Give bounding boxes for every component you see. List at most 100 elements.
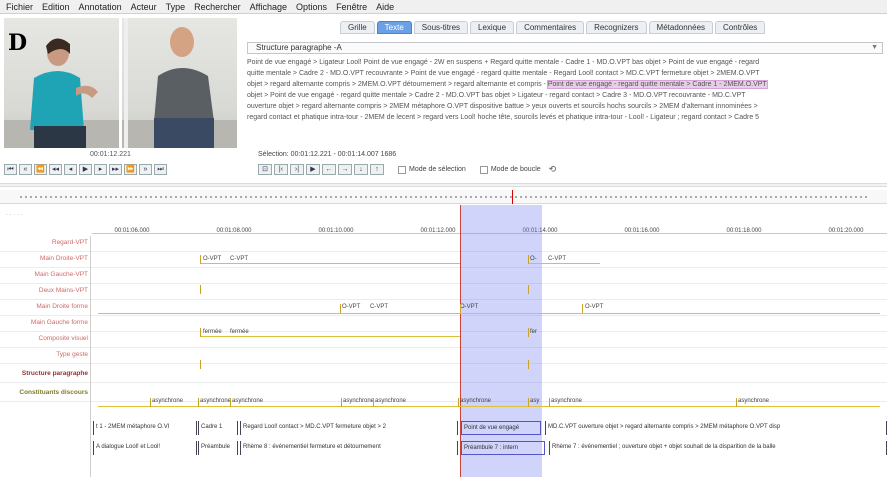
next-annotation-button[interactable]: →	[338, 164, 352, 175]
tab-recognizers[interactable]: Recognizers	[586, 21, 647, 34]
text-line: quitte mentale > Cadre 2 - MD.O.VPT reco…	[247, 70, 760, 77]
annotation-label[interactable]: O-	[530, 256, 537, 262]
tier-name[interactable]: Main Gauche forme	[2, 319, 88, 326]
annotation-boundary-mark	[200, 328, 201, 337]
tier-name[interactable]: Main Gauche-VPT	[2, 271, 88, 278]
annotation-box[interactable]: Point de vue engagé	[461, 421, 541, 435]
tier-row[interactable]: Main Gauche-VPT	[0, 268, 887, 284]
annotation-label[interactable]: asynchrone	[232, 398, 263, 404]
menu-item[interactable]: Affichage	[250, 2, 287, 12]
annotation-box[interactable]: t 1 - 2MEM métaphore O.VI	[93, 421, 197, 435]
annotation-box[interactable]: MD.C.VPT ouverture objet > regard altern…	[545, 421, 887, 435]
mode-boucle-checkbox[interactable]: Mode de boucle	[479, 165, 541, 174]
mode-selection-checkbox[interactable]: Mode de sélection	[398, 165, 466, 174]
tab-commentaires[interactable]: Commentaires	[516, 21, 585, 34]
tab-grille[interactable]: Grille	[340, 21, 375, 34]
annotation-label[interactable]: asynchrone	[738, 398, 769, 404]
tab-m-tadonn-es[interactable]: Métadonnées	[648, 21, 714, 34]
menu-item[interactable]: Annotation	[79, 2, 122, 12]
timeline-overview[interactable]	[0, 190, 887, 204]
video-frame-right[interactable]	[122, 18, 237, 148]
clear-selection-button[interactable]: ⊡	[258, 164, 272, 175]
play-selection-button[interactable]: ▶	[306, 164, 320, 175]
tier-name[interactable]: Type geste	[2, 351, 88, 358]
tab-lexique[interactable]: Lexique	[470, 21, 515, 34]
tier-name[interactable]: Composite visuel	[2, 335, 89, 342]
annotation-label[interactable]: asynchrone	[460, 398, 491, 404]
tier-row[interactable]: Type geste	[0, 348, 887, 364]
tab-contr-les[interactable]: Contrôles	[715, 21, 766, 34]
previous-annotation-button[interactable]: ←	[322, 164, 336, 175]
highlighted-annotation[interactable]: Point de vue engagé - regard quitte ment…	[546, 80, 768, 89]
tier-name[interactable]: Main Droite forme	[2, 303, 88, 310]
tier-name[interactable]: Deux Mains-VPT	[2, 287, 88, 294]
annotation-label[interactable]: asynchrone	[375, 398, 406, 404]
annotation-box[interactable]: Préambule	[198, 441, 238, 455]
splitter[interactable]	[0, 183, 887, 187]
annotation-box[interactable]: Préambule 7 : intern	[461, 441, 545, 455]
annotation-box[interactable]: Rhème 8 : événementiel fermeture et déto…	[240, 441, 458, 455]
menu-item[interactable]: Type	[166, 2, 186, 12]
tier-row[interactable]: Composite visuel	[0, 332, 887, 348]
tier-name[interactable]: Regard-VPT	[2, 239, 88, 246]
previous-frame-button[interactable]: ⏪	[34, 164, 47, 175]
annotation-boundary-mark	[528, 360, 529, 369]
step-forward-button[interactable]: ▸▸	[109, 164, 122, 175]
tier-select[interactable]: Structure paragraphe -A ▼	[247, 42, 883, 54]
annotation-box[interactable]: Cadre 1	[198, 421, 238, 435]
annotation-label[interactable]: asy	[530, 398, 539, 404]
annotation-label[interactable]: C-VPT	[230, 256, 248, 262]
menu-item[interactable]: Acteur	[131, 2, 157, 12]
menu-item[interactable]: Options	[296, 2, 327, 12]
annotation-up-button[interactable]: ↑	[370, 164, 384, 175]
annotation-label[interactable]: C-VPT	[370, 304, 388, 310]
go-to-end-button[interactable]: ⏭	[154, 164, 167, 175]
annotation-label[interactable]: asynchrone	[200, 398, 231, 404]
go-to-begin-button[interactable]: ⏮	[4, 164, 17, 175]
tier-row[interactable]: Main Gauche forme	[0, 316, 887, 332]
tab-texte[interactable]: Texte	[376, 21, 412, 34]
menu-item[interactable]: Fenêtre	[336, 2, 367, 12]
tier-name[interactable]: Constituants discours	[2, 389, 88, 396]
play-button[interactable]: ▶	[79, 164, 92, 175]
loop-icon[interactable]: ⟲	[549, 164, 557, 175]
time-selection-region[interactable]	[460, 205, 542, 477]
annotation-label[interactable]: O-VPT	[203, 256, 221, 262]
annotation-label[interactable]: C-VPT	[548, 256, 566, 262]
menu-item[interactable]: Rechercher	[194, 2, 241, 12]
next-pixel-button[interactable]: ▸	[94, 164, 107, 175]
previous-pixel-button[interactable]: ◂	[64, 164, 77, 175]
tier-row[interactable]: Regard-VPT	[0, 236, 887, 252]
previous-second-button[interactable]: «	[19, 164, 32, 175]
annotation-label[interactable]: fer	[530, 329, 537, 335]
tier-row[interactable]: Structure paragraphe	[0, 367, 887, 383]
checkbox-box	[479, 165, 488, 174]
tab-sous-titres[interactable]: Sous-titres	[413, 21, 469, 34]
tier-row[interactable]: Main Droite-VPT	[0, 252, 887, 268]
annotation-label[interactable]: asynchrone	[551, 398, 582, 404]
menu-item[interactable]: Edition	[42, 2, 70, 12]
selection-end-button[interactable]: ›|	[290, 164, 304, 175]
text-viewer[interactable]: Point de vue engagé > Ligateur Lool! Poi…	[247, 57, 883, 147]
annotation-box[interactable]: Rhème 7 : événementiel ; ouverture objet…	[549, 441, 887, 455]
annotation-down-button[interactable]: ↓	[354, 164, 368, 175]
crosshair-line[interactable]	[460, 205, 461, 477]
tier-name[interactable]: Structure paragraphe	[2, 370, 88, 377]
annotation-label[interactable]: O-VPT	[460, 304, 478, 310]
step-back-button[interactable]: ◂◂	[49, 164, 62, 175]
annotation-label[interactable]: fermée	[230, 329, 249, 335]
annotation-label[interactable]: O-VPT	[585, 304, 603, 310]
tier-row[interactable]: Deux Mains-VPT	[0, 284, 887, 300]
selection-begin-button[interactable]: |‹	[274, 164, 288, 175]
annotation-box[interactable]: A dialogue Lool! et Lool!	[93, 441, 197, 455]
tier-name[interactable]: Main Droite-VPT	[2, 255, 88, 262]
next-frame-button[interactable]: ⏩	[124, 164, 137, 175]
annotation-label[interactable]: fermée	[203, 329, 222, 335]
menu-item[interactable]: Fichier	[6, 2, 33, 12]
annotation-label[interactable]: O-VPT	[342, 304, 360, 310]
annotation-label[interactable]: asynchrone	[343, 398, 374, 404]
annotation-box[interactable]: Regard Lool! contact > MD.C.VPT fermetur…	[240, 421, 458, 435]
menu-item[interactable]: Aide	[376, 2, 394, 12]
next-second-button[interactable]: »	[139, 164, 152, 175]
annotation-label[interactable]: asynchrone	[152, 398, 183, 404]
